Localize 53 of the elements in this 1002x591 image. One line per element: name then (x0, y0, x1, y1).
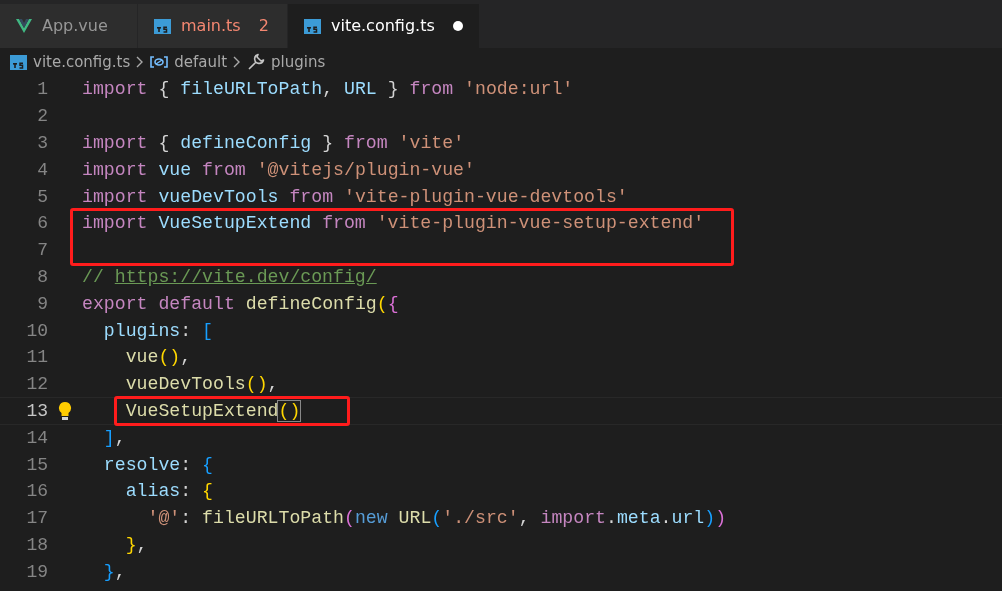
line-number: 8 (36, 266, 48, 287)
code-line: resolve: { (102, 454, 213, 475)
code-line: alias: { (124, 481, 213, 502)
code-line: plugins: [ (102, 320, 213, 341)
code-line: // https://vite.dev/config/ (82, 266, 377, 287)
typescript-file-icon (10, 54, 27, 70)
code-line: }, (124, 534, 148, 555)
breadcrumb-item[interactable]: vite.config.ts (33, 50, 131, 74)
code-line: import { fileURLToPath, URL } from 'node:url' (82, 79, 574, 100)
chevron-icon (233, 56, 242, 68)
code-line: ], (102, 427, 126, 448)
line-number: 1 (36, 79, 48, 100)
line-number: 9 (36, 293, 48, 314)
variable-icon (150, 55, 169, 69)
code-line: import VueSetupExtend from 'vite-plugin-vue-setup-extend' (82, 213, 705, 234)
code-line: export default defineConfig({ (82, 293, 399, 314)
lightbulb-icon[interactable] (58, 400, 72, 421)
typescript-file-icon (154, 18, 171, 34)
line-number: 18 (25, 534, 48, 555)
editor-tab[interactable]: vite.config.ts (288, 4, 480, 48)
line-number: 10 (25, 320, 48, 341)
code-line: vue(), (124, 347, 192, 368)
chevron-icon (136, 56, 145, 68)
line-number: 11 (25, 347, 48, 368)
breadcrumb-item[interactable]: plugins (271, 50, 326, 74)
code-line: VueSetupExtend() (124, 400, 301, 421)
code-line: import vueDevTools from 'vite-plugin-vue-devtools' (82, 186, 628, 207)
code-line: '@': fileURLToPath(new URL('./src', import.meta.url)) (146, 508, 727, 529)
wrench-icon (247, 53, 266, 71)
line-number: 15 (25, 454, 48, 475)
line-number: 14 (25, 427, 48, 448)
problem-count: 2 (258, 15, 269, 37)
breadcrumb-item[interactable]: default (174, 50, 228, 74)
line-number: 13 (25, 400, 48, 421)
code-line: vueDevTools(), (124, 374, 279, 395)
line-number: 12 (25, 374, 48, 395)
line-number: 6 (36, 213, 48, 234)
line-number: 19 (25, 561, 48, 582)
vue-logo-icon (16, 19, 32, 33)
editor-tab[interactable]: App.vue (0, 4, 138, 48)
line-number: 4 (36, 159, 48, 180)
typescript-file-icon (304, 18, 321, 34)
line-number: 3 (36, 133, 48, 153)
line-number: 7 (36, 240, 48, 261)
editor-tab[interactable]: main.ts 2 (138, 4, 288, 48)
line-number: 5 (36, 186, 48, 207)
code-line: import vue from '@vitejs/plugin-vue' (82, 159, 475, 180)
line-number: 17 (25, 508, 48, 529)
code-line: }, (102, 561, 126, 582)
line-number: 16 (25, 481, 48, 502)
unsaved-dot-icon (452, 21, 463, 31)
line-number: 2 (36, 106, 48, 127)
code-line: import { defineConfig } from 'vite' (82, 133, 465, 153)
